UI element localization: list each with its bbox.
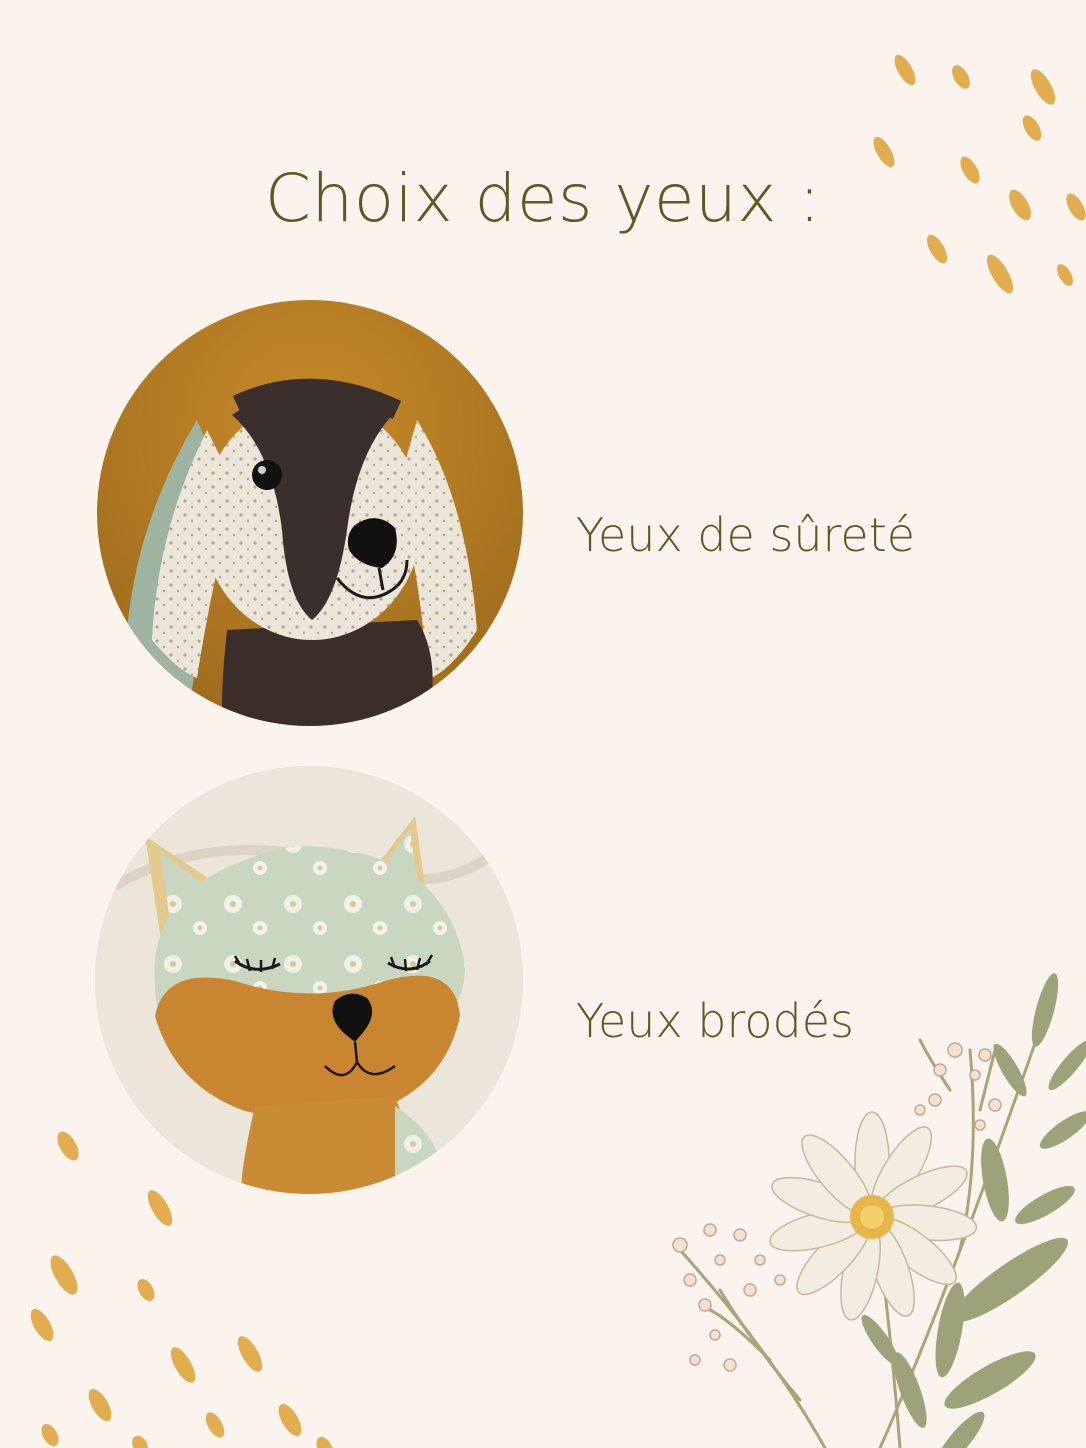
fox-photo xyxy=(95,766,523,1194)
bunny-plush-illustration xyxy=(97,300,523,726)
page-title: Choix des yeux : xyxy=(264,160,822,237)
bunny-photo xyxy=(97,300,523,726)
option-label-embroidered-eyes: Yeux brodés xyxy=(576,994,854,1048)
page: Choix des yeux : Yeux de sûreté Yeux bro… xyxy=(0,0,1086,1448)
fox-plush-illustration xyxy=(95,766,523,1194)
option-label-safety-eyes: Yeux de sûreté xyxy=(576,508,916,562)
